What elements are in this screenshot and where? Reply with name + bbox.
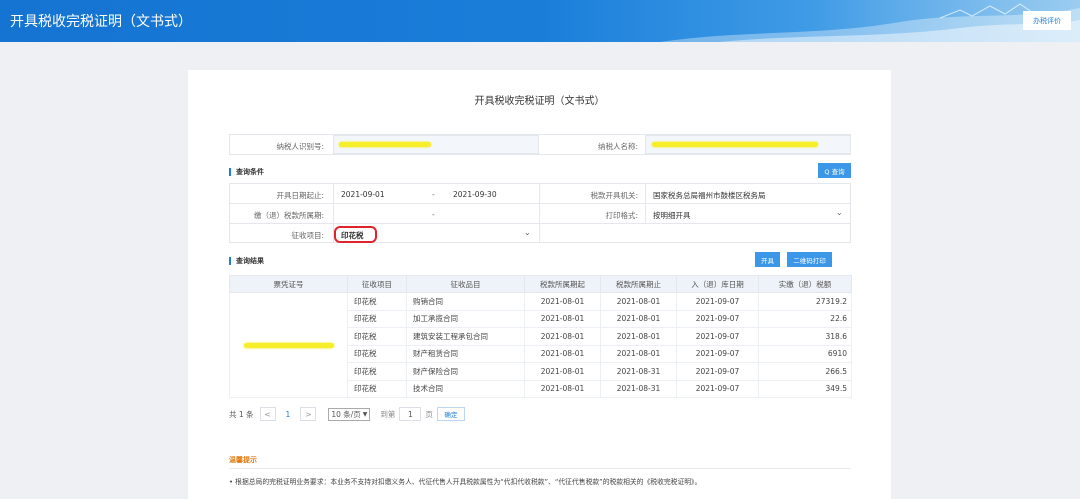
column-header: 征收品目 bbox=[406, 275, 525, 293]
amount-cell: 27319.2 bbox=[758, 292, 852, 311]
page-unit-label: 页 bbox=[425, 409, 433, 419]
tips-title: 温馨提示 bbox=[229, 456, 257, 464]
tax-period-separator: - bbox=[432, 210, 435, 219]
main-card: 开具税收完税证明（文书式） 纳税人识别号: 纳税人名称: 查询条件 Q 查询 开… bbox=[188, 70, 891, 499]
amount-cell: 266.5 bbox=[758, 362, 852, 381]
amount-cell: 318.6 bbox=[758, 327, 852, 346]
tax-period-label: 缴（退）税款所属期: bbox=[253, 211, 324, 220]
tax-item-label: 征收项目: bbox=[291, 231, 324, 240]
header-decoration-icon bbox=[660, 3, 1080, 42]
form-divider bbox=[229, 223, 851, 224]
amount-cell: 6910 bbox=[758, 344, 852, 363]
open-certificate-button[interactable]: 开具 bbox=[755, 252, 780, 267]
tax-evaluation-button[interactable]: 办税评价 bbox=[1023, 11, 1071, 30]
print-format-label: 打印格式: bbox=[605, 211, 638, 220]
period-to-cell: 2021-08-01 bbox=[600, 292, 677, 311]
taxpayer-name-label: 纳税人名称: bbox=[597, 142, 638, 151]
total-count: 共 1 条 bbox=[229, 409, 254, 419]
tax-item-cell: 印花税 bbox=[347, 309, 407, 328]
goto-label: 到第 bbox=[380, 409, 396, 419]
storage-date-cell: 2021-09-07 bbox=[676, 379, 759, 398]
tax-item-cell: 印花税 bbox=[347, 379, 407, 398]
tax-item-cell: 印花税 bbox=[347, 362, 407, 381]
period-to-cell: 2021-08-01 bbox=[600, 327, 677, 346]
results-table: 票凭证号 征收项目 征收品目 税款所属期起 税款所属期止 入（退）库日期 实缴（… bbox=[229, 275, 852, 398]
tax-subitem-cell: 技术合同 bbox=[406, 379, 525, 398]
page-size-select[interactable]: 10 条/页 ▼ bbox=[328, 407, 371, 421]
storage-date-cell: 2021-09-07 bbox=[676, 292, 759, 311]
period-from-cell: 2021-08-01 bbox=[524, 327, 601, 346]
date-from-input[interactable]: 2021-09-01 bbox=[341, 190, 385, 199]
highlight-circle bbox=[334, 226, 377, 243]
redacted-taxpayer-name bbox=[652, 142, 818, 147]
redacted-certificate-number bbox=[243, 342, 334, 348]
period-to-cell: 2021-08-01 bbox=[600, 309, 677, 328]
tax-subitem-cell: 财产租赁合同 bbox=[406, 344, 525, 363]
storage-date-cell: 2021-09-07 bbox=[676, 327, 759, 346]
tips-text: • 根据总局的完税证明业务要求：本业务不支持对扣缴义务人、代征代售人开具税款属性… bbox=[229, 478, 702, 486]
date-separator: - bbox=[432, 190, 435, 199]
period-to-cell: 2021-08-31 bbox=[600, 379, 677, 398]
period-from-cell: 2021-08-01 bbox=[524, 309, 601, 328]
top-bar: 开具税收完税证明（文书式） 办税评价 bbox=[0, 0, 1080, 42]
column-header: 征收项目 bbox=[347, 275, 407, 293]
tax-subitem-cell: 建筑安装工程承包合同 bbox=[406, 327, 525, 346]
form-divider bbox=[539, 183, 540, 243]
form-divider bbox=[333, 183, 334, 243]
column-header: 税款所属期起 bbox=[524, 275, 601, 293]
column-header: 实缴（退）税额 bbox=[758, 275, 852, 293]
tax-subitem-cell: 加工承揽合同 bbox=[406, 309, 525, 328]
tax-item-cell: 印花税 bbox=[347, 292, 407, 311]
tax-item-cell: 印花税 bbox=[347, 344, 407, 363]
tips-divider bbox=[229, 468, 851, 469]
period-from-cell: 2021-08-01 bbox=[524, 292, 601, 311]
storage-date-cell: 2021-09-07 bbox=[676, 309, 759, 328]
chevron-down-icon: ▼ bbox=[362, 410, 368, 418]
prev-page-chevron-left-icon[interactable]: < bbox=[259, 407, 276, 421]
storage-date-cell: 2021-09-07 bbox=[676, 362, 759, 381]
print-format-chevron-down-icon[interactable]: ⌄ bbox=[836, 208, 843, 217]
issuer-label: 税款开具机关: bbox=[590, 191, 638, 200]
column-header: 税款所属期止 bbox=[600, 275, 677, 293]
print-format-select[interactable]: 按明细开具 bbox=[653, 210, 691, 221]
issuer-value: 国家税务总局福州市鼓楼区税务局 bbox=[653, 191, 766, 200]
current-page-number[interactable]: 1 bbox=[286, 410, 291, 419]
amount-cell: 349.5 bbox=[758, 379, 852, 398]
next-page-chevron-right-icon[interactable]: > bbox=[300, 407, 317, 421]
form-divider bbox=[645, 183, 646, 223]
page-title: 开具税收完税证明（文书式） bbox=[474, 96, 605, 107]
period-from-cell: 2021-08-01 bbox=[524, 379, 601, 398]
goto-confirm-button[interactable]: 确定 bbox=[436, 407, 465, 421]
tax-item-chevron-down-icon[interactable]: ⌄ bbox=[524, 228, 531, 237]
redacted-taxpayer-id bbox=[339, 142, 431, 147]
table-row[interactable]: 印花税 购销合同 2021-08-01 2021-08-01 2021-09-0… bbox=[229, 292, 852, 398]
tax-item-cell: 印花税 bbox=[347, 327, 407, 346]
tax-subitem-cell: 财产保险合同 bbox=[406, 362, 525, 381]
certificate-number-cell bbox=[229, 292, 348, 398]
column-header: 入（退）库日期 bbox=[676, 275, 759, 293]
table-header-row: 票凭证号 征收项目 征收品目 税款所属期起 税款所属期止 入（退）库日期 实缴（… bbox=[229, 275, 852, 293]
tax-subitem-cell: 购销合同 bbox=[406, 292, 525, 311]
pagination: 共 1 条 < 1 > 10 条/页 ▼ 到第 1 页 确定 bbox=[229, 406, 465, 422]
date-range-label: 开具日期起止: bbox=[276, 191, 324, 200]
period-to-cell: 2021-08-01 bbox=[600, 344, 677, 363]
qr-print-button[interactable]: 二维码打印 bbox=[787, 252, 832, 267]
period-to-cell: 2021-08-31 bbox=[600, 362, 677, 381]
goto-page-input[interactable]: 1 bbox=[399, 407, 422, 421]
results-section-title: 查询结果 bbox=[229, 257, 264, 265]
period-from-cell: 2021-08-01 bbox=[524, 362, 601, 381]
page-size-value: 10 条/页 bbox=[331, 409, 361, 419]
query-section-title: 查询条件 bbox=[229, 168, 264, 176]
column-header: 票凭证号 bbox=[229, 275, 348, 293]
amount-cell: 22.6 bbox=[758, 309, 852, 328]
date-to-input[interactable]: 2021-09-30 bbox=[453, 190, 497, 199]
taxpayer-id-label: 纳税人识别号: bbox=[276, 142, 324, 151]
period-from-cell: 2021-08-01 bbox=[524, 344, 601, 363]
form-divider bbox=[229, 203, 851, 204]
search-button[interactable]: Q 查询 bbox=[818, 163, 851, 178]
app-title: 开具税收完税证明（文书式） bbox=[10, 14, 192, 30]
storage-date-cell: 2021-09-07 bbox=[676, 344, 759, 363]
